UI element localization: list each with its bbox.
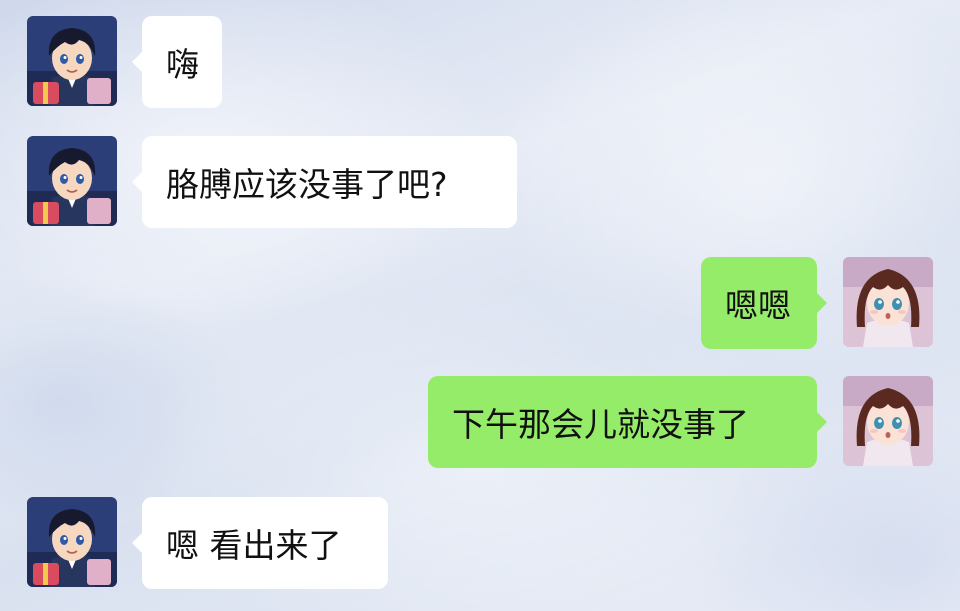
message-bubble-incoming[interactable]: 嗨 [132,16,222,108]
message-text: 下午那会儿就没事了 [452,405,749,444]
boy-avatar-icon[interactable] [27,497,117,587]
message-text: 胳膊应该没事了吧? [166,165,448,204]
message-text: 嗯 看出来了 [166,526,342,565]
bubble-tail [132,533,142,553]
bubble-tail [817,293,827,313]
girl-avatar-icon[interactable] [843,376,933,466]
bubble-tail [132,172,142,192]
bubble-tail [132,52,142,72]
bubble-tail [817,412,827,432]
boy-avatar-icon[interactable] [27,136,117,226]
boy-avatar-icon[interactable] [27,16,117,106]
message-text: 嗯嗯 [725,286,791,325]
message-text: 嗨 [166,45,199,84]
girl-avatar-icon[interactable] [843,257,933,347]
message-bubble-incoming[interactable]: 嗯 看出来了 [132,497,388,589]
message-bubble-outgoing[interactable]: 嗯嗯 [701,257,827,349]
message-bubble-incoming[interactable]: 胳膊应该没事了吧? [132,136,517,228]
message-bubble-outgoing[interactable]: 下午那会儿就没事了 [428,376,827,468]
